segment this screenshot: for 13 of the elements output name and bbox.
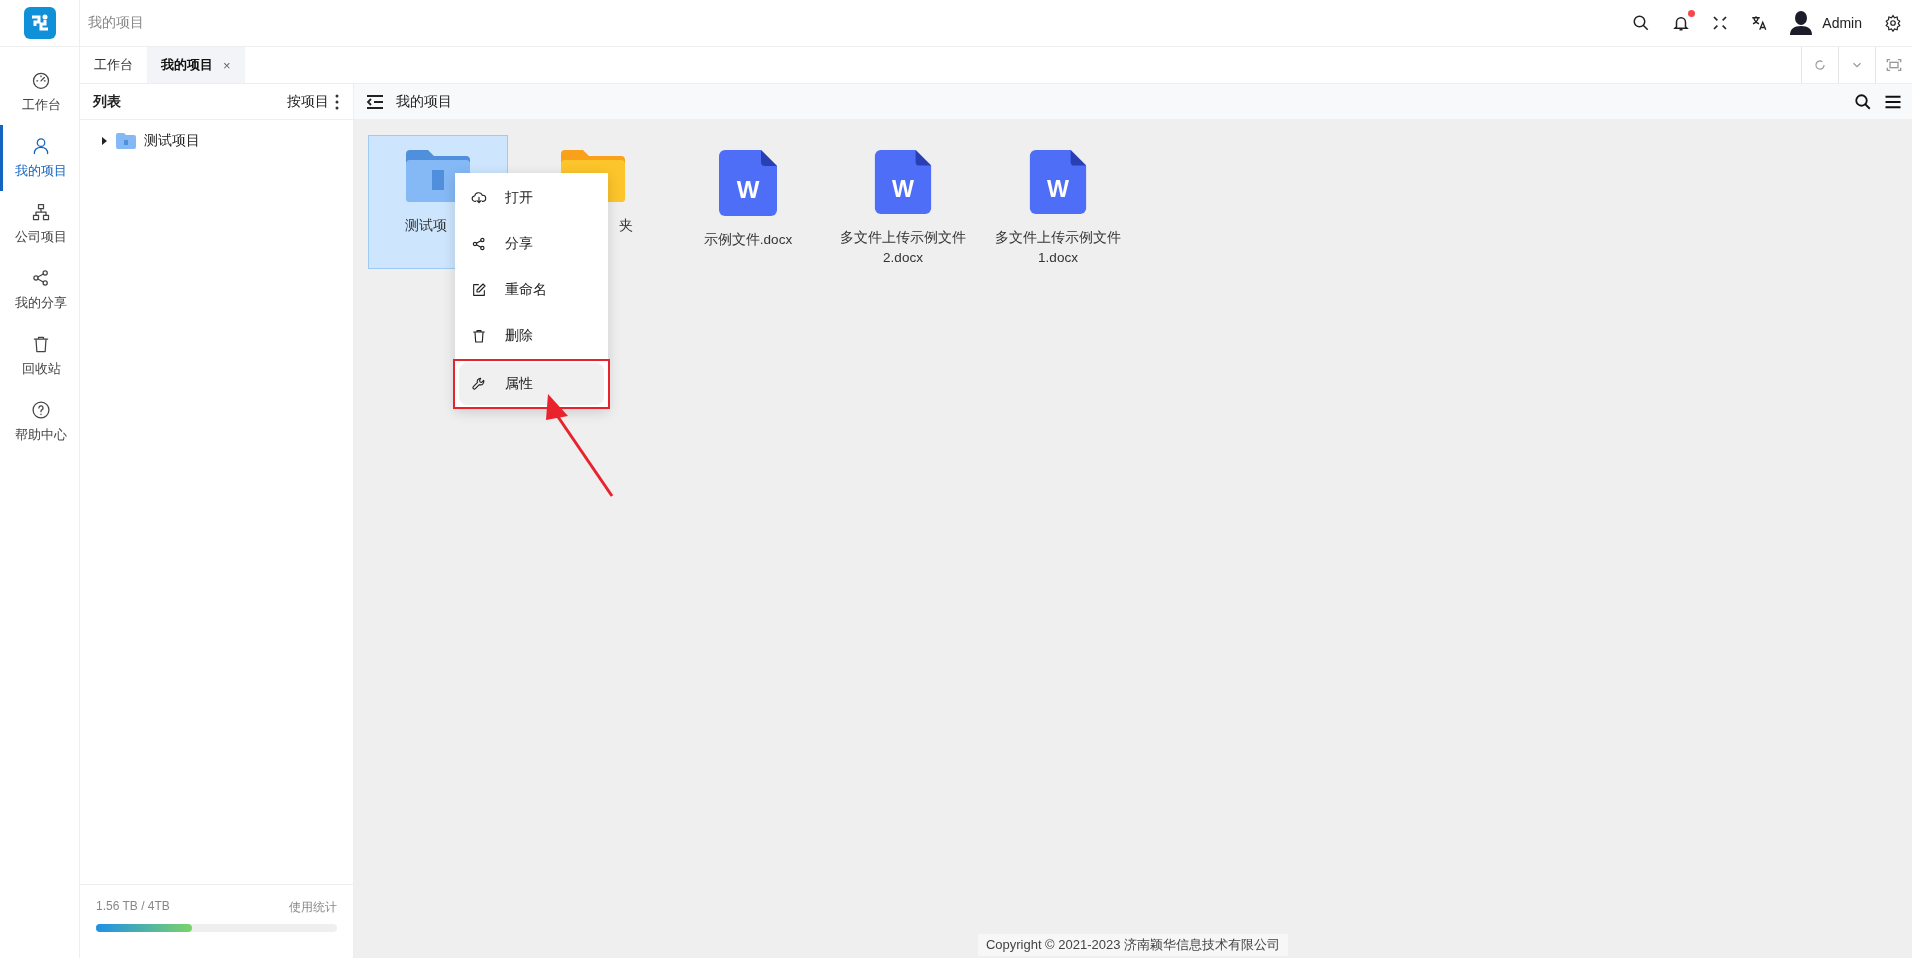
word-document-icon: W (874, 150, 932, 214)
file-name: 示例文件.docx (702, 231, 794, 249)
panel-title: 列表 (93, 92, 121, 111)
storage-usage: 1.56 TB / 4TB (96, 899, 170, 915)
file-name: 测试项 (404, 217, 448, 235)
file-name: 夹 (618, 217, 634, 235)
file-name: 多文件上传示例文件2.docx (839, 229, 967, 267)
copyright: Copyright © 2021-2023 济南颖华信息技术有限公司 (977, 934, 1289, 956)
breadcrumb: 我的项目 (88, 14, 144, 32)
content-title: 我的项目 (396, 92, 452, 111)
word-document-icon: W (719, 150, 777, 216)
file-name: 多文件上传示例文件1.docx (994, 229, 1122, 267)
word-document-icon: W (1029, 150, 1087, 214)
